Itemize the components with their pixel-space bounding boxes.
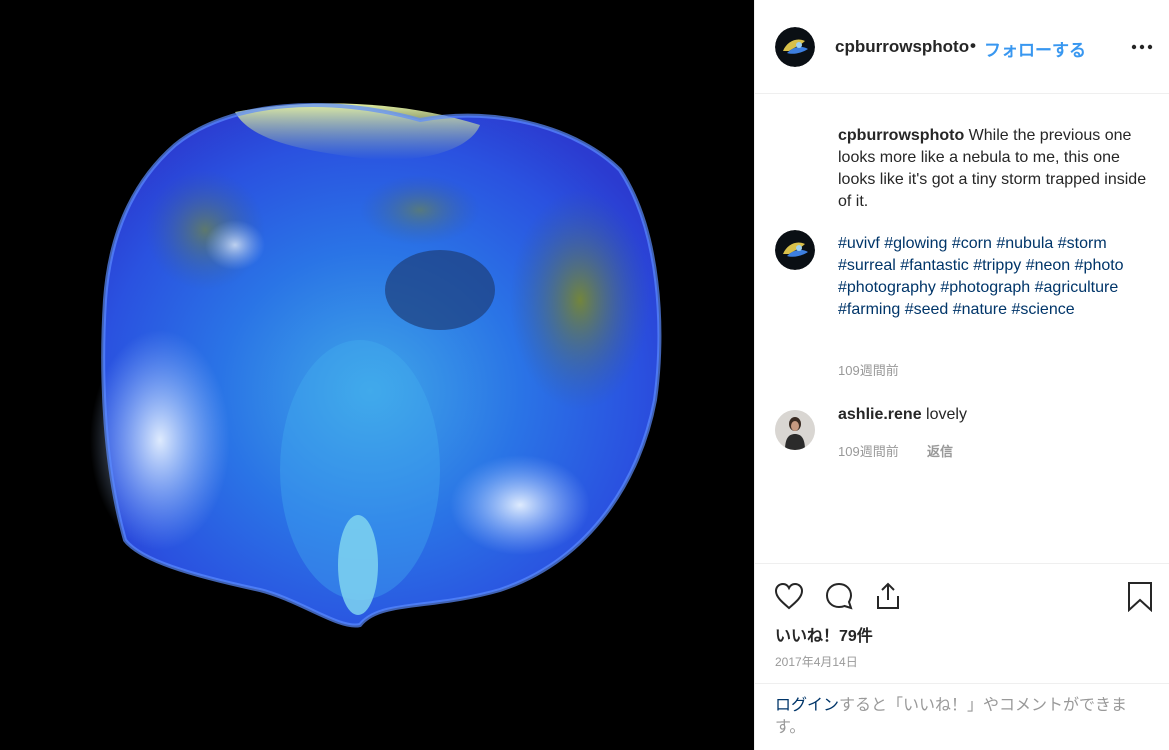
- hashtag-link[interactable]: #storm: [1058, 235, 1107, 252]
- author-avatar-small[interactable]: [775, 230, 815, 270]
- login-prompt: ログインすると「いいね！」やコメントができます。: [755, 683, 1169, 750]
- hashtag-link[interactable]: #photography: [838, 279, 936, 296]
- hashtag-link[interactable]: #trippy: [973, 257, 1021, 274]
- caption-username[interactable]: cpburrowsphoto: [838, 127, 964, 144]
- login-text: ログインすると「いいね！」やコメントができます。: [775, 695, 1155, 739]
- author-username[interactable]: cpburrowsphoto: [835, 37, 969, 57]
- comment: ashlie.rene lovely: [838, 404, 967, 426]
- follow-button[interactable]: フォローする: [984, 36, 1086, 61]
- hashtag-link[interactable]: #photo: [1075, 257, 1124, 274]
- bookmark-icon[interactable]: [1124, 580, 1156, 612]
- separator-dot: •: [970, 36, 976, 55]
- hashtag-link[interactable]: #nature: [953, 301, 1007, 318]
- comment-username[interactable]: ashlie.rene: [838, 406, 922, 423]
- hashtag-link[interactable]: #agriculture: [1035, 279, 1119, 296]
- heart-icon[interactable]: [773, 580, 805, 612]
- login-link[interactable]: ログイン: [775, 697, 839, 714]
- more-horizontal-icon[interactable]: [1131, 44, 1153, 50]
- post-date[interactable]: 2017年4月14日: [775, 653, 858, 670]
- caption-timestamp[interactable]: 109週間前: [838, 360, 899, 379]
- commenter-avatar[interactable]: [775, 410, 815, 450]
- post-sidebar: cpburrowsphoto • フォローする cpburrowsphoto W…: [754, 0, 1169, 750]
- reply-button[interactable]: 返信: [927, 441, 953, 460]
- action-bar: いいね！79件 2017年4月14日: [755, 563, 1169, 683]
- post-image: [0, 0, 754, 750]
- comment-timestamp[interactable]: 109週間前: [838, 441, 899, 460]
- comment-body: lovely: [921, 406, 967, 423]
- likes-count[interactable]: いいね！79件: [775, 622, 873, 646]
- author-avatar[interactable]: [775, 27, 815, 67]
- caption: cpburrowsphoto While the previous one lo…: [838, 125, 1148, 213]
- hashtag-link[interactable]: #surreal: [838, 257, 896, 274]
- hashtag-link[interactable]: #glowing: [884, 235, 947, 252]
- hashtag-link[interactable]: #farming: [838, 301, 900, 318]
- post-photo[interactable]: [0, 0, 754, 750]
- share-icon[interactable]: [872, 580, 904, 612]
- comment-bubble-icon[interactable]: [823, 580, 855, 612]
- hashtag-link[interactable]: #fantastic: [900, 257, 968, 274]
- hashtag-link[interactable]: #seed: [905, 301, 949, 318]
- hashtag-link[interactable]: #science: [1011, 301, 1074, 318]
- hashtag-list: #uvivf #glowing #corn #nubula #storm #su…: [838, 233, 1138, 321]
- hashtag-link[interactable]: #neon: [1026, 257, 1071, 274]
- hashtag-link[interactable]: #uvivf: [838, 235, 880, 252]
- hashtag-link[interactable]: #photograph: [940, 279, 1030, 296]
- hashtag-link[interactable]: #corn: [952, 235, 992, 252]
- hashtag-link[interactable]: #nubula: [996, 235, 1053, 252]
- post-header: cpburrowsphoto • フォローする: [755, 0, 1169, 94]
